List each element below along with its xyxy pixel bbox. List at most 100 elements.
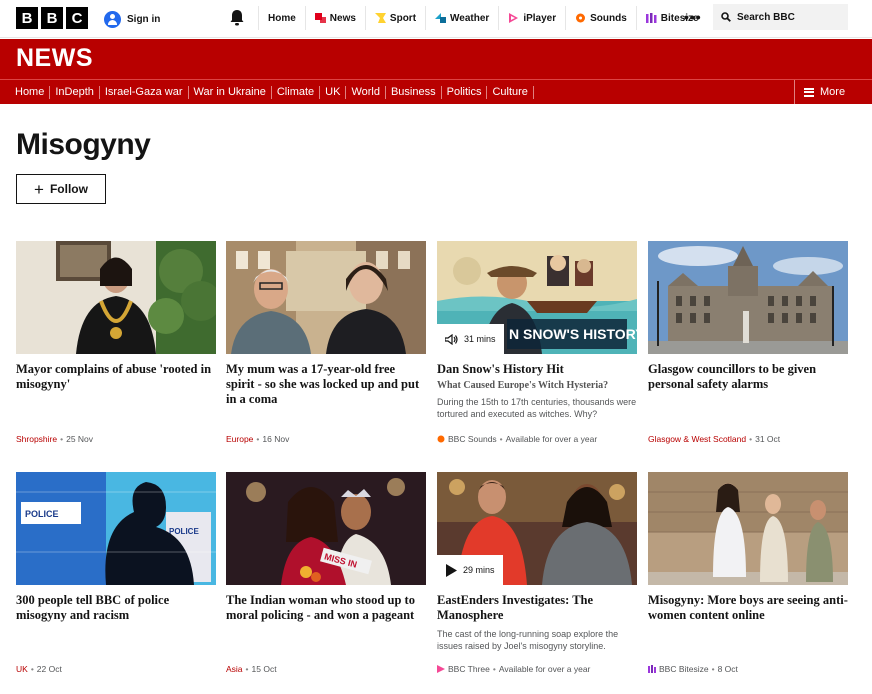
news-nav-israel-gaza[interactable]: Israel-Gaza war xyxy=(100,85,189,99)
story-headline[interactable]: My mum was a 17-year-old free spirit - s… xyxy=(226,362,426,407)
story-image[interactable]: 29 mins xyxy=(437,472,637,585)
story-tag[interactable]: Europe xyxy=(226,434,253,444)
story-image[interactable]: N SNOW'S HISTORY HIT 31 mins xyxy=(437,241,637,354)
story-source: BBC Sounds xyxy=(448,434,497,444)
story-availability: Available for over a year xyxy=(505,434,598,444)
sport-icon xyxy=(374,13,386,23)
global-nav-sounds[interactable]: Sounds xyxy=(565,6,636,30)
story-headline[interactable]: 300 people tell BBC of police misogyny a… xyxy=(16,593,216,623)
story-headline[interactable]: The Indian woman who stood up to moral p… xyxy=(226,593,426,623)
news-nav-business[interactable]: Business xyxy=(386,85,442,99)
story-meta: Glasgow & West Scotland • 31 Oct xyxy=(648,434,781,444)
global-nav-label: Sport xyxy=(389,12,417,24)
global-nav-news[interactable]: News xyxy=(304,6,365,30)
story-card[interactable]: MISS IN The Indian woman who stood up to… xyxy=(226,472,426,674)
logo-letter: B xyxy=(41,7,63,29)
story-tag[interactable]: Glasgow & West Scotland xyxy=(648,434,746,444)
story-image[interactable] xyxy=(648,241,848,354)
more-label: More xyxy=(820,86,846,98)
sign-in-label: Sign in xyxy=(127,13,161,25)
story-meta: Asia • 15 Oct xyxy=(226,664,277,674)
more-menu-icon[interactable]: ••• xyxy=(684,9,702,25)
sign-in-button[interactable]: Sign in xyxy=(104,9,160,29)
news-nav: Home InDepth Israel-Gaza war War in Ukra… xyxy=(0,79,872,104)
story-meta: Shropshire • 25 Nov xyxy=(16,434,94,444)
story-image[interactable] xyxy=(226,241,426,354)
global-nav: Home News Sport Weather iPlayer Sounds B… xyxy=(258,6,708,30)
weather-icon xyxy=(435,13,447,23)
story-tag[interactable]: UK xyxy=(16,664,28,674)
story-source: BBC Three xyxy=(448,664,490,674)
follow-label: Follow xyxy=(49,182,88,196)
story-date: 31 Oct xyxy=(755,434,781,444)
news-nav-politics[interactable]: Politics xyxy=(442,85,488,99)
search-box[interactable]: Search BBC xyxy=(713,4,848,30)
notification-bell-icon[interactable] xyxy=(229,9,245,27)
news-nav-culture[interactable]: Culture xyxy=(487,85,534,99)
story-headline[interactable]: EastEnders Investigates: The Manosphere xyxy=(437,593,637,623)
episode-description: During the 15th to 17th centuries, thous… xyxy=(437,397,637,419)
story-image[interactable] xyxy=(16,241,216,354)
user-icon xyxy=(104,10,121,28)
search-placeholder: Search BBC xyxy=(737,11,795,23)
story-headline[interactable]: Misogyny: More boys are seeing anti-wome… xyxy=(648,593,848,623)
episode-title: What Caused Europe's Witch Hysteria? xyxy=(437,380,609,391)
media-duration: 29 mins xyxy=(437,555,503,585)
news-nav-ukraine[interactable]: War in Ukraine xyxy=(189,85,272,99)
news-nav-world[interactable]: World xyxy=(346,85,386,99)
story-headline[interactable]: Glasgow councillors to be given personal… xyxy=(648,362,848,392)
story-card[interactable]: POLICE POLICE 300 people tell BBC of pol… xyxy=(16,472,216,674)
bitesize-icon xyxy=(648,665,656,673)
news-nav-home[interactable]: Home xyxy=(0,85,51,99)
story-image[interactable]: POLICE POLICE xyxy=(16,472,216,585)
story-headline[interactable]: Mayor complains of abuse 'rooted in miso… xyxy=(16,362,216,392)
bbc-sounds-icon xyxy=(437,435,445,443)
news-nav-climate[interactable]: Climate xyxy=(272,85,321,99)
story-image[interactable]: MISS IN xyxy=(226,472,426,585)
media-duration: 31 mins xyxy=(437,324,504,354)
story-date: 15 Oct xyxy=(251,664,277,674)
news-nav-uk[interactable]: UK xyxy=(320,85,347,99)
global-nav-iplayer[interactable]: iPlayer xyxy=(498,6,565,30)
follow-button[interactable]: + Follow xyxy=(16,174,106,204)
logo-letter: B xyxy=(16,7,38,29)
global-nav-home[interactable]: Home xyxy=(258,6,305,30)
story-card[interactable]: My mum was a 17-year-old free spirit - s… xyxy=(226,241,426,444)
news-logo[interactable]: NEWS xyxy=(16,44,93,73)
story-meta: UK • 22 Oct xyxy=(16,664,62,674)
story-headline[interactable]: Dan Snow's History Hit xyxy=(437,362,637,377)
news-nav-indepth[interactable]: InDepth xyxy=(50,85,100,99)
global-nav-label: Home xyxy=(268,12,296,24)
global-nav-label: iPlayer xyxy=(523,12,557,24)
global-nav-weather[interactable]: Weather xyxy=(425,6,498,30)
bitesize-icon xyxy=(645,13,657,23)
bbc-logo[interactable]: B B C xyxy=(16,7,88,29)
duration-label: 29 mins xyxy=(463,565,495,575)
story-image[interactable] xyxy=(648,472,848,585)
episode-description: The cast of the long-running soap explor… xyxy=(437,629,619,651)
speaker-icon xyxy=(445,333,458,345)
hamburger-icon xyxy=(804,87,814,97)
story-card[interactable]: Glasgow councillors to be given personal… xyxy=(648,241,848,444)
plus-icon: + xyxy=(34,179,44,199)
story-availability: Available for over a year xyxy=(498,664,591,674)
story-date: 22 Oct xyxy=(36,664,62,674)
sounds-icon xyxy=(576,13,586,23)
image-caption: POLICE xyxy=(169,527,199,536)
story-card[interactable]: Misogyny: More boys are seeing anti-wome… xyxy=(648,472,848,674)
audio-card[interactable]: N SNOW'S HISTORY HIT 31 mins Dan Snow's … xyxy=(437,241,637,444)
global-nav-sport[interactable]: Sport xyxy=(364,6,425,30)
video-card[interactable]: 29 mins EastEnders Investigates: The Man… xyxy=(437,472,637,674)
story-tag[interactable]: Asia xyxy=(226,664,243,674)
play-icon[interactable] xyxy=(445,563,457,577)
global-nav-label: News xyxy=(329,12,356,24)
global-header: B B C Sign in Home News Sport Weather iP… xyxy=(0,0,872,38)
page-title: Misogyny xyxy=(16,128,151,161)
search-icon xyxy=(721,12,731,22)
story-tag[interactable]: Shropshire xyxy=(16,434,57,444)
story-date: 16 Nov xyxy=(262,434,290,444)
duration-label: 31 mins xyxy=(464,334,496,344)
news-nav-more-button[interactable]: More xyxy=(794,80,872,104)
story-meta: BBC Bitesize • 8 Oct xyxy=(648,664,738,674)
story-card[interactable]: Mayor complains of abuse 'rooted in miso… xyxy=(16,241,216,444)
